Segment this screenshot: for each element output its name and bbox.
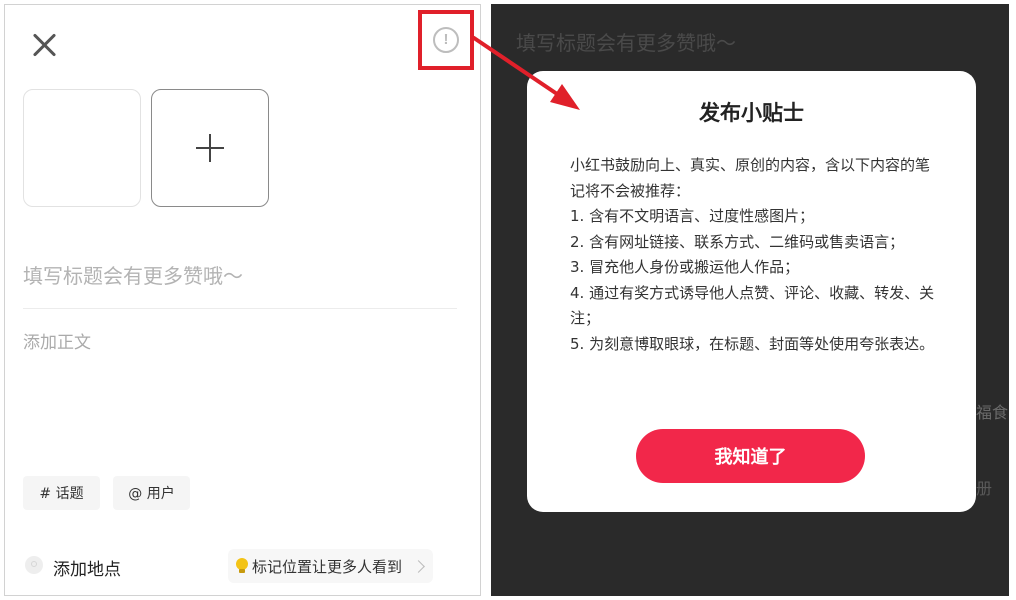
- location-tip-text: 标记位置让更多人看到: [252, 557, 403, 576]
- dialog-line: 4. 通过有奖方式诱导他人点赞、评论、收藏、转发、关注；: [570, 283, 935, 328]
- title-input[interactable]: 填写标题会有更多赞哦～: [23, 260, 243, 289]
- dialog-title: 发布小贴士: [699, 101, 804, 125]
- dialog-line: 3. 冒充他人身份或搬运他人作品；: [570, 258, 800, 276]
- exclamation-circle-icon: !: [433, 27, 459, 53]
- body-input[interactable]: 添加正文: [23, 328, 91, 353]
- confirm-button[interactable]: 我知道了: [636, 429, 865, 483]
- chevron-right-icon: [412, 559, 425, 573]
- tips-dialog-screen: 填写标题会有更多赞哦～ 福食 册 发布小贴士 小红书鼓励向上、真实、原创的内容，…: [491, 4, 1009, 596]
- mention-user-chip-button[interactable]: @ 用户: [113, 476, 190, 510]
- note-editor-panel: ! 填写标题会有更多赞哦～ 添加正文 # 话题 @ 用户 添加地点 标记位置让更…: [4, 4, 481, 596]
- publish-tips-dialog: 发布小贴士 小红书鼓励向上、真实、原创的内容，含以下内容的笔记将不会被推荐： 1…: [527, 71, 976, 512]
- topic-chip-label: # 话题: [39, 486, 84, 502]
- divider: [23, 308, 457, 309]
- add-image-button[interactable]: [151, 89, 269, 207]
- add-location-button[interactable]: 添加地点: [53, 555, 121, 580]
- dimmed-title-input: 填写标题会有更多赞哦～: [516, 31, 736, 55]
- location-pin-icon: [25, 556, 43, 574]
- publish-tips-button[interactable]: !: [418, 10, 474, 70]
- dialog-line: 小红书鼓励向上、真实、原创的内容，含以下内容的笔记将不会被推荐：: [570, 156, 931, 200]
- dialog-line: 2. 含有网址链接、联系方式、二维码或售卖语言；: [570, 232, 905, 251]
- topic-chip-button[interactable]: # 话题: [23, 476, 100, 510]
- dimmed-text-fragment: 册: [976, 479, 993, 498]
- close-icon[interactable]: [31, 31, 59, 59]
- dimmed-text-fragment: 福食: [976, 403, 1009, 422]
- dialog-line: 1. 含有不文明语言、过度性感图片；: [570, 207, 815, 225]
- plus-icon: [196, 134, 224, 162]
- location-tip-banner[interactable]: 标记位置让更多人看到: [228, 549, 434, 583]
- image-thumbnail-slot[interactable]: [23, 89, 141, 207]
- dialog-line: 5. 为刻意博取眼球，在标题、封面等处使用夸张表达。: [570, 334, 935, 353]
- mention-user-chip-label: @ 用户: [128, 486, 175, 502]
- dialog-body: 小红书鼓励向上、真实、原创的内容，含以下内容的笔记将不会被推荐： 1. 含有不文…: [570, 153, 940, 357]
- lightbulb-icon: [236, 558, 248, 574]
